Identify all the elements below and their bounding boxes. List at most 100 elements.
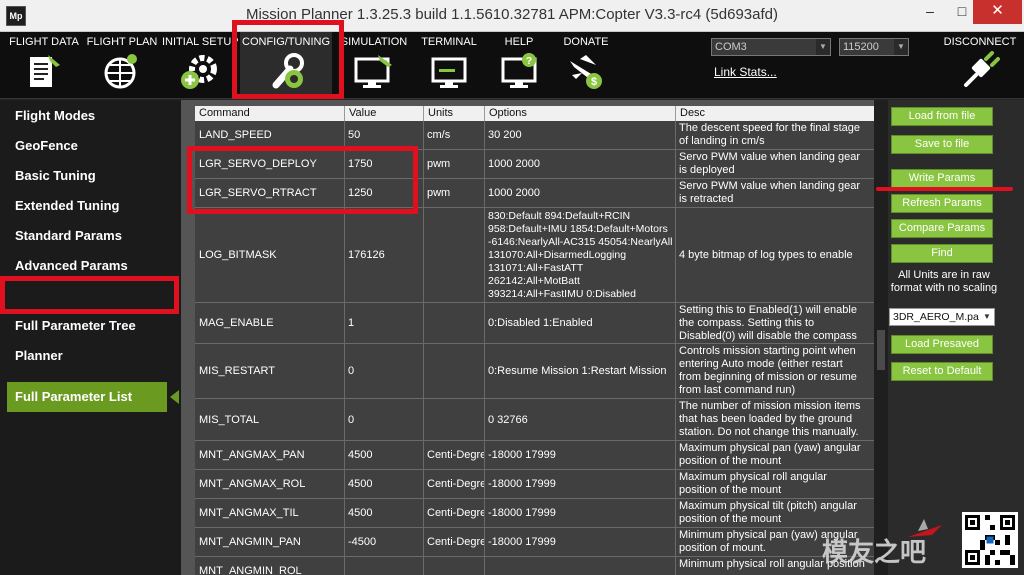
command-cell: MNT_ANGMAX_ROL (195, 470, 345, 498)
value-cell[interactable]: 0 (345, 344, 424, 398)
active-pointer-icon (170, 390, 179, 404)
sidebar-item-geofence[interactable]: GeoFence (15, 138, 78, 153)
tab-terminal[interactable]: TERMINAL (416, 32, 482, 99)
link-stats-link[interactable]: Link Stats... (714, 65, 777, 79)
config-sidebar: Flight Modes GeoFence Basic Tuning Exten… (0, 100, 181, 575)
table-row[interactable]: LOG_BITMASK 176126 830:Default 894:Defau… (195, 208, 874, 303)
options-cell: -18000 17999 (485, 470, 676, 498)
units-cell: Centi-Degrees (424, 470, 485, 498)
value-cell[interactable]: 50 (345, 121, 424, 149)
value-cell[interactable]: 4500 (345, 470, 424, 498)
command-cell: MNT_ANGMIN_PAN (195, 528, 345, 556)
desc-cell: Maximum physical pan (yaw) angular posit… (679, 442, 861, 467)
initial-setup-icon (181, 55, 217, 89)
value-cell[interactable]: 1 (345, 303, 424, 343)
table-row[interactable]: MNT_ANGMAX_PAN 4500 Centi-Degrees -18000… (195, 441, 874, 470)
table-row[interactable]: MIS_TOTAL 0 0 32766 The number of missio… (195, 399, 874, 441)
command-cell: MAG_ENABLE (195, 303, 345, 343)
port-select[interactable]: COM3 ▼ (711, 38, 831, 56)
compare-params-button[interactable]: Compare Params (891, 219, 993, 238)
command-cell: LAND_SPEED (195, 121, 345, 149)
table-row[interactable]: MNT_ANGMAX_TIL 4500 Centi-Degrees -18000… (195, 499, 874, 528)
units-cell (424, 303, 485, 343)
help-icon: ? (501, 53, 537, 88)
annotation-box-config-tuning (232, 20, 344, 99)
sidebar-item-full-parameter-list[interactable]: Full Parameter List (7, 382, 167, 412)
column-header-command[interactable]: Command (195, 106, 345, 121)
tab-donate[interactable]: DONATE $ (556, 32, 616, 99)
minimize-button[interactable]: – (914, 0, 946, 24)
load-presaved-button[interactable]: Load Presaved (891, 335, 993, 354)
tab-label: TERMINAL (421, 36, 477, 48)
value-cell[interactable]: -4500 (345, 528, 424, 556)
annotation-box-full-parameter-list (0, 276, 179, 314)
grid-scrollbar[interactable] (874, 100, 888, 575)
column-header-value[interactable]: Value (345, 106, 424, 121)
find-button[interactable]: Find (891, 244, 993, 263)
command-cell: MIS_RESTART (195, 344, 345, 398)
sidebar-item-advanced-params[interactable]: Advanced Params (15, 258, 128, 273)
options-cell: 0:Disabled 1:Enabled (485, 303, 676, 343)
scrollbar-thumb[interactable] (877, 330, 885, 370)
window-title: Mission Planner 1.3.25.3 build 1.1.5610.… (245, 6, 778, 23)
simulation-icon (354, 55, 392, 88)
desc-cell: Setting this to Enabled(1) will enable t… (679, 303, 857, 342)
units-cell: pwm (424, 150, 485, 178)
desc-cell: Servo PWM value when landing gear is ret… (679, 180, 860, 205)
write-params-button[interactable]: Write Params (891, 169, 993, 188)
donate-icon: $ (570, 55, 602, 89)
command-cell: MNT_ANGMAX_PAN (195, 441, 345, 469)
sidebar-item-planner[interactable]: Planner (15, 348, 63, 363)
annotation-box-landing-gear-params (187, 146, 418, 214)
disconnect-button[interactable]: DISCONNECT (940, 32, 1020, 99)
tab-flight-data[interactable]: FLIGHT DATA (6, 32, 82, 99)
value-cell[interactable]: 4500 (345, 441, 424, 469)
qr-code-icon (962, 512, 1018, 568)
preset-select[interactable]: 3DR_AERO_M.pa ▼ (889, 308, 995, 326)
tab-help[interactable]: HELP ? (490, 32, 548, 99)
column-header-options[interactable]: Options (485, 106, 676, 121)
watermark-text: 模友之吧 (822, 537, 926, 568)
sidebar-item-flight-modes[interactable]: Flight Modes (15, 108, 95, 123)
save-to-file-button[interactable]: Save to file (891, 135, 993, 154)
annotation-underline-write-params (876, 187, 1013, 191)
reset-to-default-button[interactable]: Reset to Default (891, 362, 993, 381)
tab-simulation[interactable]: SIMULATION (338, 32, 410, 99)
options-cell: 0 32766 (485, 399, 676, 440)
value-cell[interactable] (345, 557, 424, 575)
chevron-down-icon: ▼ (983, 312, 991, 321)
desc-cell: The number of mission mission items that… (679, 400, 861, 438)
command-cell: MIS_TOTAL (195, 399, 345, 440)
sidebar-item-extended-tuning[interactable]: Extended Tuning (15, 198, 119, 213)
value-cell[interactable]: 0 (345, 399, 424, 440)
tab-label: SIMULATION (340, 36, 408, 48)
value-cell[interactable]: 176126 (345, 208, 424, 302)
column-header-units[interactable]: Units (424, 106, 485, 121)
load-from-file-button[interactable]: Load from file (891, 107, 993, 126)
table-row[interactable]: MIS_RESTART 0 0:Resume Mission 1:Restart… (195, 344, 874, 399)
preset-value: 3DR_AERO_M.pa (893, 311, 979, 323)
options-cell: -18000 17999 (485, 528, 676, 556)
tab-label: FLIGHT PLAN (86, 36, 158, 48)
table-row[interactable]: MAG_ENABLE 1 0:Disabled 1:Enabled Settin… (195, 303, 874, 344)
table-row[interactable]: MNT_ANGMIN_PAN -4500 Centi-Degrees -1800… (195, 528, 874, 557)
port-value: COM3 (715, 41, 747, 53)
value-cell[interactable]: 4500 (345, 499, 424, 527)
command-cell: LOG_BITMASK (195, 208, 345, 302)
baud-select[interactable]: 115200 ▼ (839, 38, 909, 56)
title-bar: Mp Mission Planner 1.3.25.3 build 1.1.56… (0, 0, 1024, 32)
refresh-params-button[interactable]: Refresh Params (891, 194, 993, 213)
flight-plan-icon (104, 54, 137, 89)
table-row[interactable]: MNT_ANGMIN_ROL Minimum physical roll ang… (195, 557, 874, 575)
sidebar-item-basic-tuning[interactable]: Basic Tuning (15, 168, 96, 183)
sidebar-item-full-parameter-tree[interactable]: Full Parameter Tree (15, 318, 136, 333)
options-cell: 1000 2000 (485, 179, 676, 207)
column-header-desc[interactable]: Desc (676, 106, 874, 121)
close-button[interactable]: ✕ (973, 0, 1022, 24)
sidebar-item-label: Full Parameter List (15, 389, 133, 404)
table-row[interactable]: MNT_ANGMAX_ROL 4500 Centi-Degrees -18000… (195, 470, 874, 499)
chevron-down-icon: ▼ (816, 39, 830, 55)
sidebar-item-standard-params[interactable]: Standard Params (15, 228, 122, 243)
tab-flight-plan[interactable]: FLIGHT PLAN (86, 32, 158, 99)
tab-initial-setup[interactable]: INITIAL SETUP (162, 32, 239, 99)
